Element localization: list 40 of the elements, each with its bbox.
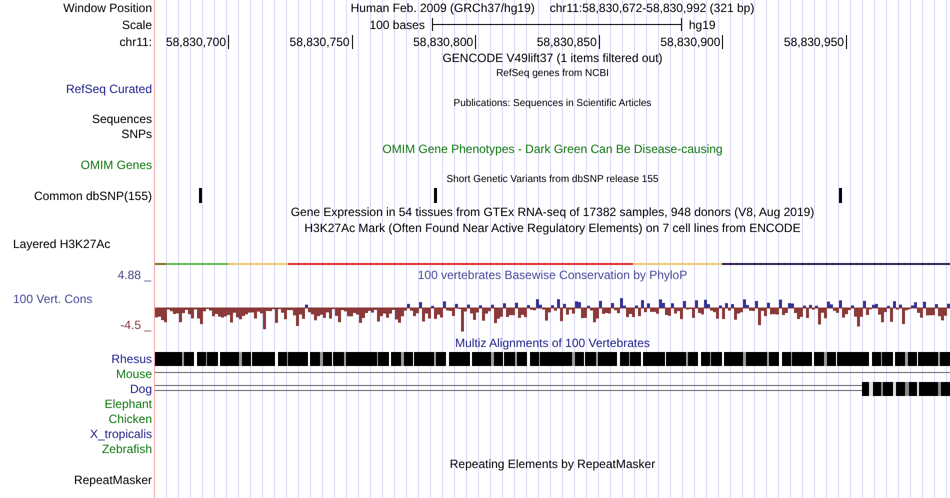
track-label[interactable]: OMIM Genes [0, 158, 152, 172]
track-label[interactable]: Chicken [0, 412, 152, 426]
track-label[interactable]: 100 Vert. Cons [0, 292, 154, 306]
ruler-label: 58,830,900 [600, 34, 724, 48]
track-label[interactable]: Elephant [0, 396, 152, 410]
track-label[interactable]: Dog [0, 382, 152, 396]
track-label[interactable]: X_tropicalis [0, 426, 152, 440]
track-label[interactable]: Mouse [0, 366, 152, 380]
track-title: H3K27Ac Mark (Often Found Near Active Regulatory Elements) on 7 cell lines from ENCODE [304, 221, 801, 235]
scale-text: 100 bases [369, 18, 425, 32]
track-label[interactable]: chr11: [0, 34, 152, 48]
ruler-label: 58,830,700 [155, 34, 229, 48]
track-title: Publications: Sequences in Scientific Articles [454, 96, 652, 110]
scale-db-text: hg19 [688, 18, 716, 32]
track-title: Gene Expression in 54 tissues from GTEx RNA-seq of 17382 samples, 948 donors (V8, Aug 2019) [290, 205, 814, 219]
track-label[interactable]: Sequences [0, 112, 152, 126]
track-label[interactable]: Layered H3K27Ac [13, 236, 110, 250]
assembly-text: Human Feb. 2009 (GRCh37/hg19) [350, 1, 535, 15]
track-title: 100 vertebrates Basewise Conservation by PhyloP [418, 268, 688, 282]
track-label[interactable]: RepeatMasker [0, 472, 152, 486]
track-title: Short Genetic Variants from dbSNP release 155 [446, 172, 658, 186]
track-title: GENCODE V49lift37 (1 items filtered out) [442, 51, 663, 65]
track-label[interactable]: Scale [0, 18, 152, 32]
track-label[interactable]: RefSeq Curated [0, 82, 152, 96]
position-text: chr11:58,830,672-58,830,992 (321 bp) [550, 1, 754, 15]
track-label[interactable]: SNPs [0, 126, 152, 140]
track-title: RefSeq genes from NCBI [496, 66, 609, 80]
ruler-label: 58,830,800 [352, 34, 476, 48]
track-label[interactable]: Rhesus [0, 352, 152, 366]
track-label[interactable]: Window Position [0, 1, 152, 15]
track-label[interactable]: Common dbSNP(155) [0, 188, 152, 202]
ruler-label: 58,830,950 [723, 34, 847, 48]
track-label[interactable]: Zebrafish [0, 442, 152, 456]
track-title: Repeating Elements by RepeatMasker [450, 457, 656, 471]
axis-min-label: -4.5 _ [119, 318, 152, 332]
ruler-label: 58,830,850 [476, 34, 600, 48]
axis-max-label: 4.88 _ [116, 268, 152, 282]
track-title: OMIM Gene Phenotypes - Dark Green Can Be Disease-causing [382, 142, 723, 156]
ruler-label: 58,830,750 [229, 34, 353, 48]
track-title: Multiz Alignments of 100 Vertebrates [455, 336, 650, 350]
